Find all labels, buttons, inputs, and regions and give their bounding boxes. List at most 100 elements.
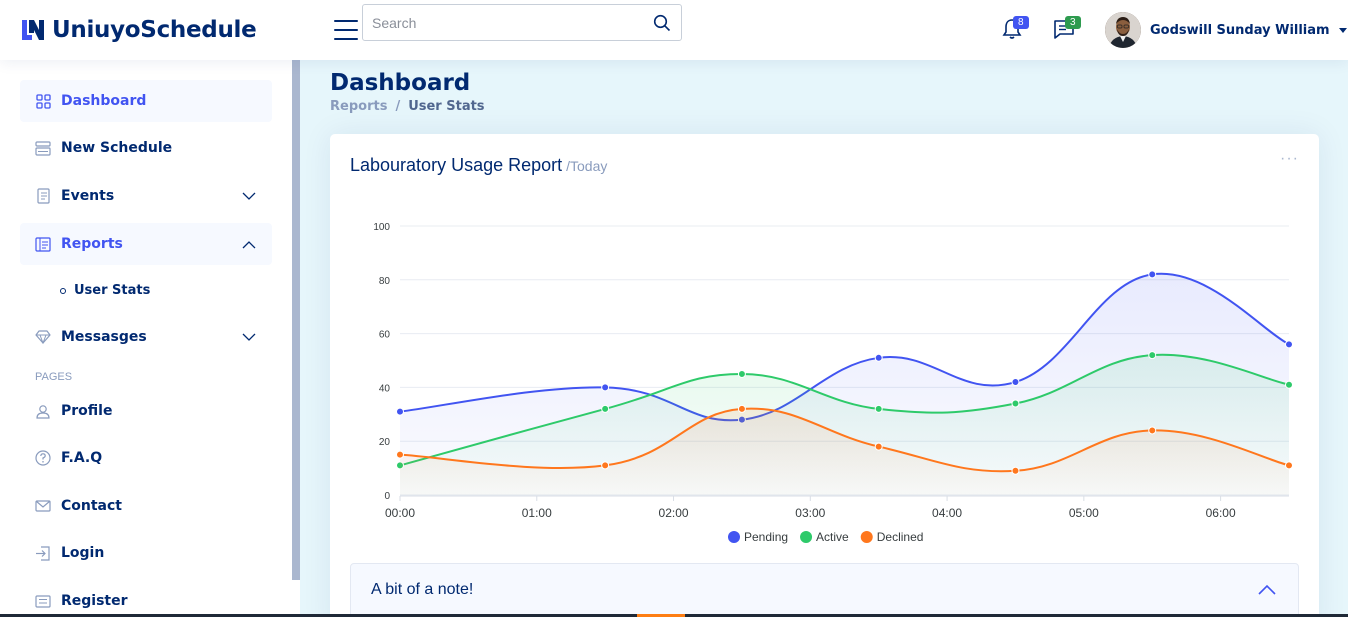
y-tick-label: 20 [379, 437, 391, 448]
breadcrumb: Reports / User Stats [330, 99, 485, 114]
x-tick-label: 05:00 [1069, 506, 1099, 520]
data-point-active [737, 369, 746, 378]
notifications-button[interactable]: 8 [1002, 16, 1029, 45]
sidebar-item-label: Reports [61, 236, 123, 252]
pages-section-heading: PAGES [35, 371, 73, 383]
sidebar-toggle-button[interactable] [334, 20, 358, 40]
journal-text-icon [35, 188, 51, 204]
sidebar-item-faq[interactable]: F.A.Q [20, 437, 272, 479]
app-logo[interactable]: UniuyoSchedule [20, 17, 310, 43]
breadcrumb-separator: / [395, 99, 401, 114]
avatar [1105, 12, 1141, 48]
user-name: Godswill Sunday William [1150, 22, 1330, 38]
data-point-declined [737, 404, 746, 413]
sidebar-item-contact[interactable]: Contact [20, 485, 272, 527]
y-tick-label: 0 [384, 491, 390, 502]
sidebar-item-reports[interactable]: Reports [20, 223, 272, 265]
sidebar: Dashboard New Schedule Events Reports Us… [0, 60, 300, 617]
legend-marker-pending [728, 531, 740, 543]
question-circle-icon [35, 450, 51, 466]
y-tick-label: 100 [373, 222, 390, 233]
legend-marker-declined [860, 531, 873, 543]
data-point-active [601, 404, 610, 413]
sidebar-item-label: Messasges [61, 329, 147, 345]
profile-dropdown[interactable]: Godswill Sunday William [1105, 12, 1347, 48]
legend-marker-active [800, 531, 813, 543]
person-icon [35, 403, 51, 419]
breadcrumb-user-stats: User Stats [408, 99, 485, 114]
data-point-declined [874, 442, 883, 451]
sidebar-item-label: Login [61, 545, 105, 561]
page-title: Dashboard [330, 70, 471, 96]
x-tick-label: 01:00 [522, 506, 552, 520]
x-tick-label: 06:00 [1206, 506, 1236, 520]
logo-text: UniuyoSchedule [52, 17, 257, 43]
sidebar-item-messages[interactable]: Messasges [20, 316, 272, 358]
data-point-declined [396, 450, 404, 459]
legend-label-pending: Pending [744, 530, 788, 544]
sidebar-item-register[interactable]: Register [20, 580, 272, 617]
data-point-declined [1011, 466, 1020, 475]
sidebar-item-label: Dashboard [61, 93, 147, 109]
y-tick-label: 80 [379, 276, 391, 287]
x-tick-label: 00:00 [385, 506, 415, 520]
data-point-active [1148, 351, 1157, 360]
sidebar-item-label: Profile [61, 403, 113, 419]
envelope-icon [35, 498, 51, 514]
sidebar-item-label: Register [61, 593, 128, 609]
note-accordion[interactable]: A bit of a note! [350, 563, 1299, 617]
chevron-down-icon [242, 189, 256, 205]
report-card: Labouratory Usage Report/Today ··· 0 20 40… [330, 134, 1319, 617]
card-list-icon [35, 593, 51, 609]
chevron-down-icon [242, 330, 256, 346]
data-point-declined [1148, 426, 1157, 435]
y-tick-label: 60 [379, 330, 391, 341]
data-point-active [1011, 399, 1020, 408]
chevron-down-icon [1338, 27, 1347, 33]
menu-app-icon [35, 140, 51, 156]
legend-label-active: Active [816, 530, 849, 544]
sidebar-scrollbar[interactable] [292, 60, 300, 580]
layout-text-icon [35, 236, 51, 252]
search-bar [362, 4, 682, 41]
sidebar-item-events[interactable]: Events [20, 175, 272, 217]
data-point-active [1285, 380, 1293, 389]
sidebar-item-dashboard[interactable]: Dashboard [20, 80, 272, 122]
y-tick-label: 40 [379, 383, 391, 394]
sidebar-item-new-schedule[interactable]: New Schedule [20, 127, 272, 169]
chevron-up-icon [242, 237, 256, 253]
logo-icon [22, 20, 44, 40]
search-icon[interactable] [643, 5, 681, 40]
sidebar-item-label: Events [61, 188, 115, 204]
sidebar-item-label: New Schedule [61, 140, 173, 156]
chevron-up-icon [1258, 582, 1276, 600]
sidebar-subitem-user-stats[interactable]: User Stats [60, 283, 150, 298]
messages-button[interactable]: 3 [1053, 16, 1081, 45]
sidebar-item-profile[interactable]: Profile [20, 390, 272, 432]
usage-chart: 0 20 40 60 80 100 00:00 01:00 02:00 03:00 04:00 05:… [373, 222, 1293, 544]
top-header: UniuyoSchedule 8 3 Gods [0, 0, 1348, 60]
sidebar-item-login[interactable]: Login [20, 532, 272, 574]
sidebar-item-label: F.A.Q [61, 450, 103, 466]
circle-icon [60, 287, 66, 294]
data-point-pending [1285, 340, 1293, 349]
data-point-pending [601, 383, 610, 392]
gem-icon [35, 329, 51, 345]
messages-badge: 3 [1065, 16, 1081, 29]
accordion-title: A bit of a note! [371, 581, 474, 598]
data-point-pending [1148, 270, 1157, 279]
legend-label-declined: Declined [877, 530, 924, 544]
box-arrow-in-right-icon [35, 545, 51, 561]
data-point-pending [1011, 378, 1020, 387]
breadcrumb-reports[interactable]: Reports [330, 99, 387, 114]
data-point-declined [1285, 461, 1293, 470]
x-tick-label: 03:00 [795, 506, 825, 520]
search-input[interactable] [363, 14, 643, 31]
data-point-pending [396, 407, 404, 416]
data-point-active [874, 404, 883, 413]
sidebar-item-label: Contact [61, 498, 122, 514]
x-tick-label: 04:00 [932, 506, 962, 520]
sidebar-item-label: User Stats [74, 283, 151, 298]
notifications-badge: 8 [1013, 16, 1029, 29]
data-point-pending [874, 353, 883, 362]
